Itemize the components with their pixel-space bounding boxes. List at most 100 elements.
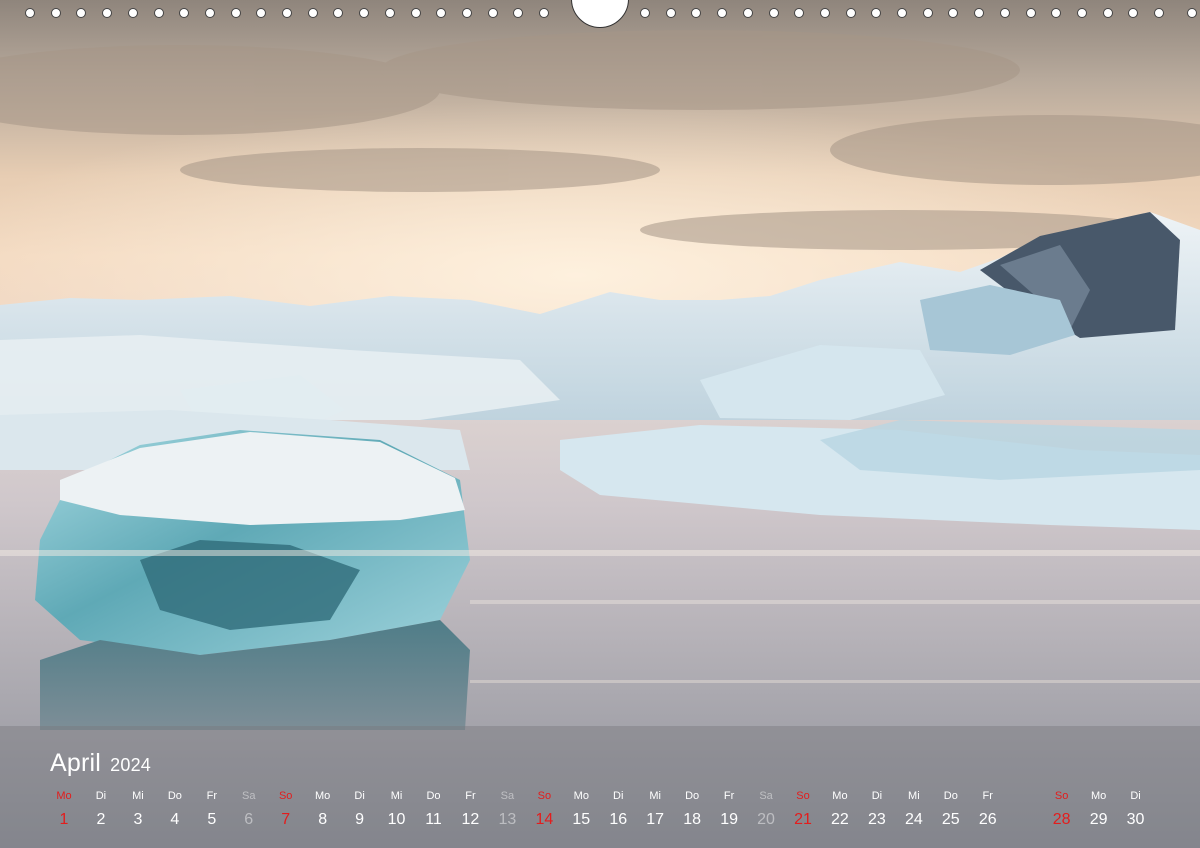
month-title: April 2024 [50, 749, 151, 778]
day-number: 10 [387, 811, 406, 828]
weekday-label: Mi [649, 790, 661, 802]
weekday-label: Mi [908, 790, 920, 802]
day-number: 22 [831, 811, 849, 828]
binding-ring-icon [487, 8, 498, 18]
binding-ring-icon [513, 8, 524, 18]
binding-ring-icon [127, 8, 138, 18]
binding-ring-icon [871, 8, 882, 18]
binding-ring-icon [974, 8, 985, 18]
weekday-label: Mi [132, 790, 144, 802]
day-number: 30 [1126, 811, 1145, 828]
day-number: 13 [498, 811, 517, 828]
weekday-label: Do [685, 790, 700, 802]
binding-ring-icon [1154, 8, 1164, 18]
day-number: 14 [535, 811, 554, 828]
binding-ring-icon [50, 8, 61, 18]
day-number: 6 [244, 811, 254, 828]
hanger-hole-icon [571, 0, 629, 28]
weekday-label: Di [613, 790, 624, 802]
binding-ring-icon [1076, 8, 1087, 18]
binding-ring-icon [1187, 8, 1197, 18]
day-number: 21 [794, 811, 812, 828]
day-number: 2 [96, 811, 106, 828]
binding-ring-icon [333, 8, 344, 18]
day-number: 20 [757, 811, 775, 828]
weekday-label: Sa [500, 790, 515, 802]
day-number: 18 [683, 811, 702, 828]
binding-ring-icon [25, 8, 35, 18]
weekday-label: Mo [315, 790, 331, 802]
binding-ring-icon [897, 8, 907, 18]
weekday-label: Fr [465, 790, 476, 802]
binding-ring-icon [410, 8, 421, 18]
binding-ring-icon [665, 8, 676, 18]
binding-ring-icon [102, 8, 113, 18]
binding-ring-icon [717, 8, 728, 18]
day-number: 15 [572, 811, 591, 828]
weekday-label: Di [95, 790, 107, 802]
month-name: April [50, 749, 102, 777]
binding-ring-icon [179, 8, 190, 18]
binding-ring-icon [1128, 8, 1139, 18]
weekday-label: So [278, 790, 293, 802]
weekday-label: Di [871, 790, 883, 802]
weekday-label: Fr [723, 790, 735, 802]
day-number: 19 [720, 811, 738, 828]
binding-ring-icon [999, 8, 1010, 18]
binding-ring-icon [282, 8, 292, 18]
weekday-label: Mo [56, 790, 72, 802]
binding-ring-icon [461, 8, 472, 18]
year-label: 2024 [110, 755, 152, 775]
weekday-label: Do [943, 790, 958, 802]
binding-ring-icon [691, 8, 702, 18]
day-number: 8 [318, 811, 328, 828]
weekday-label: Sa [242, 790, 256, 802]
weekday-label: So [1054, 790, 1069, 802]
binding-ring-icon [359, 8, 370, 18]
binding-ring-icon [794, 8, 805, 18]
binding-ring-icon [1051, 8, 1062, 18]
binding-ring-icon [948, 8, 959, 18]
day-number: 12 [461, 811, 480, 828]
day-number: 9 [355, 811, 365, 828]
binding-ring-icon [256, 8, 267, 18]
day-number: 25 [941, 811, 960, 828]
day-number: 17 [646, 811, 665, 828]
day-number: 26 [978, 811, 997, 828]
day-number: 16 [609, 811, 628, 828]
weekday-label: So [537, 790, 552, 802]
binding-ring-icon [307, 8, 318, 18]
day-number: 3 [133, 811, 143, 828]
binding-ring-icon [230, 8, 241, 18]
day-number: 1 [59, 811, 69, 828]
weekday-label: Sa [759, 790, 773, 802]
day-number: 23 [867, 811, 886, 828]
day-number: 4 [170, 811, 180, 828]
weekday-label: Di [1130, 790, 1141, 802]
weekday-label: Do [426, 790, 441, 802]
weekday-label: Mo [573, 790, 589, 802]
day-number: 7 [281, 811, 291, 828]
binding-ring-icon [153, 8, 164, 18]
weekday-label: So [796, 790, 810, 802]
iceberg-lagoon-photo [0, 0, 1200, 848]
weekday-label: Mo [832, 790, 848, 802]
binding-ring-icon [1025, 8, 1036, 18]
calendar-binding [0, 0, 1200, 30]
weekday-label: Fr [982, 790, 993, 802]
weekday-label: Do [167, 790, 182, 802]
day-number: 28 [1052, 811, 1071, 828]
binding-ring-icon [845, 8, 856, 18]
binding-ring-icon [384, 8, 395, 18]
binding-ring-icon [640, 8, 650, 18]
binding-ring-icon [539, 8, 549, 18]
day-number: 24 [904, 811, 923, 828]
calendar-bar [0, 726, 1200, 848]
day-number: 29 [1089, 811, 1108, 828]
binding-ring-icon [1102, 8, 1113, 18]
weekday-label: Di [354, 790, 365, 802]
weekday-label: Mo [1090, 790, 1107, 802]
binding-ring-icon [742, 8, 753, 18]
day-number: 11 [425, 811, 442, 828]
weekday-label: Fr [206, 790, 217, 802]
